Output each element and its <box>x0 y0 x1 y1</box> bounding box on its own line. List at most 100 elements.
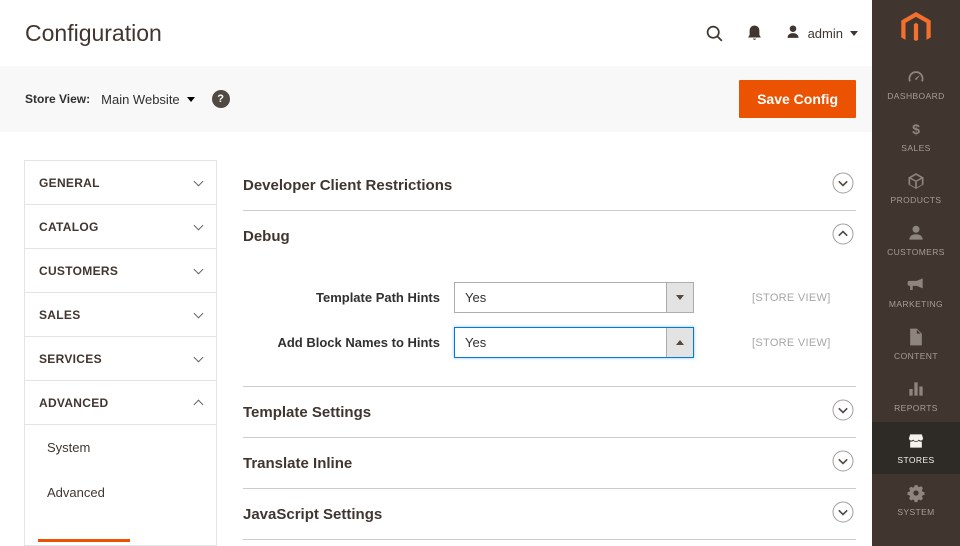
advanced-subsection-list: System Advanced <box>25 425 216 546</box>
chevron-down-icon <box>194 308 204 318</box>
accordion-title: Developer Client Restrictions <box>243 177 452 194</box>
chevron-up-icon <box>676 340 684 345</box>
config-nav-item-customers[interactable]: CUSTOMERS <box>25 249 216 293</box>
content-area: GENERAL CATALOG CUSTOMERS SALES SERVICES <box>0 132 872 546</box>
page-header: Configuration admin <box>0 0 872 66</box>
admin-username: admin <box>808 26 843 41</box>
store-view-value: Main Website <box>101 92 180 107</box>
chevron-circle-up-icon <box>832 223 854 250</box>
sidebar-item-label: STORES <box>897 455 934 465</box>
stores-icon <box>906 431 926 451</box>
config-nav-item-advanced[interactable]: ADVANCED <box>25 381 216 425</box>
accordion-title: JavaScript Settings <box>243 506 382 523</box>
sidebar-item-label: PRODUCTS <box>891 195 942 205</box>
svg-text:$: $ <box>912 122 920 138</box>
customers-icon <box>906 223 926 243</box>
accordion-title: Translate Inline <box>243 455 352 472</box>
dashboard-icon <box>906 67 926 87</box>
sidebar-item-dashboard[interactable]: DASHBOARD <box>872 58 960 110</box>
user-avatar-icon <box>785 24 801 43</box>
chevron-circle-down-icon <box>832 399 854 426</box>
sidebar-item-label: MARKETING <box>889 299 943 309</box>
field-row-template-path-hints: Template Path Hints Yes [STORE VIEW] <box>243 282 856 313</box>
products-icon <box>906 171 926 191</box>
chevron-down-icon <box>187 97 195 102</box>
sidebar-item-label: REPORTS <box>894 403 938 413</box>
field-row-add-block-names: Add Block Names to Hints Yes [STORE VIEW… <box>243 327 856 358</box>
header-actions: admin <box>705 24 858 43</box>
chevron-down-icon <box>194 352 204 362</box>
page-title: Configuration <box>25 20 162 47</box>
magento-admin-page: Configuration admin Store View: <box>0 0 960 546</box>
main-column: Configuration admin Store View: <box>0 0 872 546</box>
chevron-circle-down-icon <box>832 450 854 477</box>
admin-user-menu[interactable]: admin <box>785 24 858 43</box>
field-label: Template Path Hints <box>243 290 440 305</box>
sidebar-item-customers[interactable]: CUSTOMERS <box>872 214 960 266</box>
config-nav-label: SALES <box>39 308 81 322</box>
sidebar-item-reports[interactable]: REPORTS <box>872 370 960 422</box>
accordion-template-settings[interactable]: Template Settings <box>243 387 856 438</box>
chevron-down-icon <box>676 295 684 300</box>
config-nav-item-catalog[interactable]: CATALOG <box>25 205 216 249</box>
sidebar-item-marketing[interactable]: MARKETING <box>872 266 960 318</box>
chevron-down-icon <box>194 264 204 274</box>
accordion-title: Template Settings <box>243 404 371 421</box>
marketing-icon <box>906 275 926 295</box>
sidebar-item-label: DASHBOARD <box>887 91 944 101</box>
config-nav-item-general[interactable]: GENERAL <box>25 161 216 205</box>
field-scope-label: [STORE VIEW] <box>752 292 831 304</box>
select-arrow <box>666 328 693 357</box>
sidebar-item-stores[interactable]: STORES <box>872 422 960 474</box>
sidebar-item-label: CONTENT <box>894 351 938 361</box>
sidebar-item-products[interactable]: PRODUCTS <box>872 162 960 214</box>
help-icon[interactable]: ? <box>212 90 230 108</box>
config-accordion-panel: Developer Client Restrictions Debug Temp… <box>243 160 856 546</box>
chevron-circle-down-icon <box>832 172 854 199</box>
accordion-developer-client-restrictions[interactable]: Developer Client Restrictions <box>243 160 856 211</box>
field-label: Add Block Names to Hints <box>243 335 440 350</box>
config-nav-subitem-partial[interactable] <box>25 515 216 545</box>
chevron-down-icon <box>194 220 204 230</box>
select-value: Yes <box>455 283 496 312</box>
select-arrow <box>666 283 693 312</box>
config-nav-subitem-advanced[interactable]: Advanced <box>25 470 216 515</box>
accordion-title: Debug <box>243 228 290 245</box>
config-nav-label: CATALOG <box>39 220 99 234</box>
add-block-names-select[interactable]: Yes <box>454 327 694 358</box>
sidebar-item-label: CUSTOMERS <box>887 247 945 257</box>
reports-icon <box>906 379 926 399</box>
accordion-javascript-settings[interactable]: JavaScript Settings <box>243 489 856 540</box>
system-icon <box>906 483 926 503</box>
sidebar-item-system[interactable]: SYSTEM <box>872 474 960 526</box>
save-config-button[interactable]: Save Config <box>739 80 856 118</box>
sidebar-item-label: SYSTEM <box>897 507 934 517</box>
active-item-indicator <box>38 539 130 542</box>
notifications-bell-icon[interactable] <box>746 24 763 42</box>
accordion-translate-inline[interactable]: Translate Inline <box>243 438 856 489</box>
magento-logo[interactable] <box>872 0 960 58</box>
config-nav-item-sales[interactable]: SALES <box>25 293 216 337</box>
config-nav-subitem-system[interactable]: System <box>25 425 216 470</box>
search-icon[interactable] <box>705 24 724 43</box>
debug-fields-group: Template Path Hints Yes [STORE VIEW] Add… <box>243 262 856 387</box>
template-path-hints-select[interactable]: Yes <box>454 282 694 313</box>
chevron-circle-down-icon <box>832 501 854 528</box>
sidebar-item-label: SALES <box>901 143 930 153</box>
field-scope-label: [STORE VIEW] <box>752 337 831 349</box>
accordion-debug[interactable]: Debug <box>243 211 856 262</box>
store-view-switcher[interactable]: Main Website <box>101 92 195 107</box>
config-nav-item-services[interactable]: SERVICES <box>25 337 216 381</box>
chevron-down-icon <box>194 176 204 186</box>
store-view-label: Store View: <box>25 92 90 106</box>
sidebar-item-sales[interactable]: $ SALES <box>872 110 960 162</box>
select-value: Yes <box>455 328 496 357</box>
chevron-up-icon <box>194 399 204 409</box>
config-nav-label: CUSTOMERS <box>39 264 118 278</box>
sidebar-item-content[interactable]: CONTENT <box>872 318 960 370</box>
sales-icon: $ <box>906 119 926 139</box>
config-section-nav: GENERAL CATALOG CUSTOMERS SALES SERVICES <box>24 160 217 546</box>
config-nav-label: SERVICES <box>39 352 102 366</box>
admin-sidebar: DASHBOARD $ SALES PRODUCTS CUSTOMERS MAR… <box>872 0 960 546</box>
config-nav-label: GENERAL <box>39 176 100 190</box>
